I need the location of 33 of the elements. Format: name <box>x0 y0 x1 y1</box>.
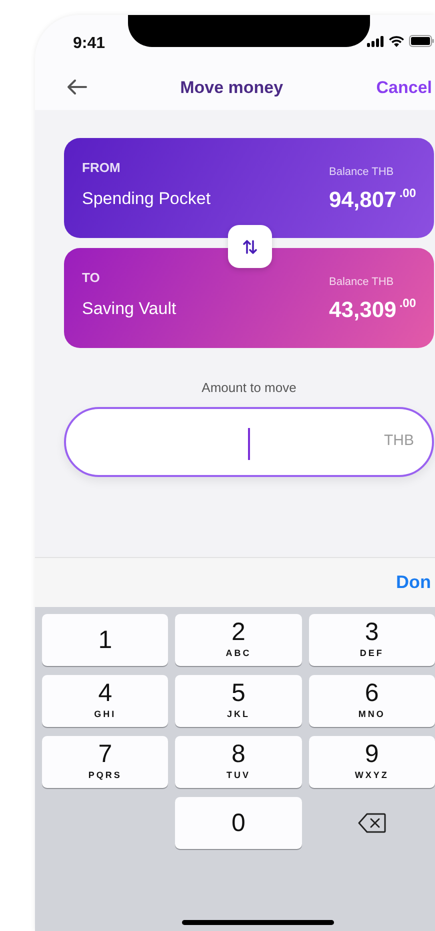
balance-label: Balance THB <box>329 275 395 290</box>
keypad-key[interactable]: 7 PQRS <box>42 736 168 788</box>
direction-label: FROM <box>82 159 122 177</box>
currency-label: THB <box>384 431 414 452</box>
page-title: Move money <box>179 76 284 99</box>
wifi-icon <box>389 36 404 46</box>
field-label: Amount to move <box>200 379 298 397</box>
done-button[interactable]: Don <box>396 569 431 596</box>
battery-icon <box>409 35 434 47</box>
account-card[interactable]: TO Saving Vault Balance THB 43,309$^{.00}$ <box>64 248 434 348</box>
signal-icon <box>367 36 384 46</box>
backspace-icon <box>358 813 386 833</box>
keypad-key[interactable]: 8 TUV <box>175 736 302 788</box>
keypad-key[interactable]: 0 <box>175 797 302 849</box>
account-name: Spending Pocket <box>82 188 211 210</box>
keypad-key[interactable]: 9 WXYZ <box>308 736 435 788</box>
keypad-key[interactable]: 2 ABC <box>175 614 302 666</box>
keypad-key[interactable]: 3 DEF <box>308 614 435 666</box>
balance-amount: 94,807$^{.00}$ <box>329 184 416 214</box>
balance-label: Balance THB <box>329 165 395 180</box>
status-time: 9:41 <box>73 34 106 54</box>
swap-arrows-icon <box>243 238 257 254</box>
direction-label: TO <box>82 269 101 287</box>
account-name: Saving Vault <box>82 298 176 320</box>
keypad-key[interactable]: 6 MNO <box>308 675 435 727</box>
account-card[interactable]: FROM Spending Pocket Balance THB 94,807$^{.00}$ <box>64 138 434 238</box>
keypad-key[interactable]: 4 GHI <box>42 675 168 727</box>
keypad-key[interactable]: 1 <box>42 614 168 666</box>
balance-amount: 43,309$^{.00}$ <box>329 294 416 324</box>
text-cursor <box>248 428 250 460</box>
swap-button[interactable] <box>228 225 272 268</box>
keypad-key[interactable]: 5 JKL <box>175 675 302 727</box>
cancel-button[interactable]: Cancel <box>376 74 432 100</box>
